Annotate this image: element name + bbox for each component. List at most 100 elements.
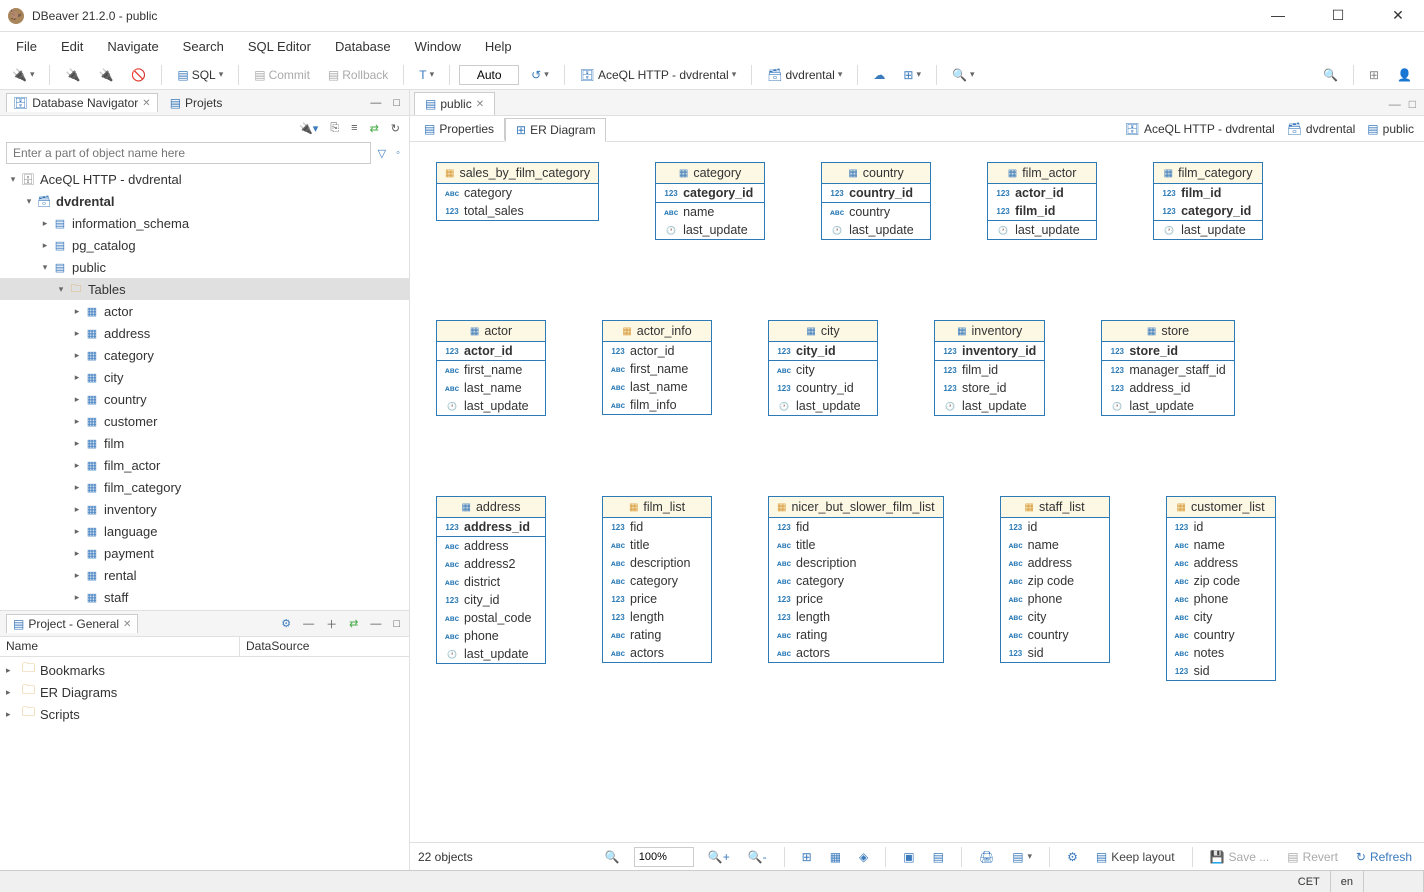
menu-search[interactable]: Search bbox=[173, 35, 234, 58]
column-last_name[interactable]: ᴀʙᴄlast_name bbox=[603, 378, 711, 396]
entity-header[interactable]: ▦store bbox=[1102, 321, 1233, 342]
entity-staff_list[interactable]: ▦staff_list123idᴀʙᴄnameᴀʙᴄaddressᴀʙᴄzip … bbox=[1000, 496, 1110, 663]
connection-selector[interactable]: 🗄AceQL HTTP - dvdrental ▾ bbox=[574, 66, 742, 84]
column-postal_code[interactable]: ᴀʙᴄpostal_code bbox=[437, 609, 545, 627]
entity-header[interactable]: ▦category bbox=[656, 163, 764, 184]
column-first_name[interactable]: ᴀʙᴄfirst_name bbox=[603, 360, 711, 378]
tree-country[interactable]: ▸▦country bbox=[0, 388, 409, 410]
column-last_update[interactable]: 🕐last_update bbox=[437, 397, 545, 415]
entity-film_list[interactable]: ▦film_list123fidᴀʙᴄtitleᴀʙᴄdescriptionᴀʙ… bbox=[602, 496, 712, 663]
column-sid[interactable]: 123sid bbox=[1001, 644, 1109, 662]
tree-staff[interactable]: ▸▦staff bbox=[0, 586, 409, 608]
minus-icon[interactable]: — bbox=[300, 616, 317, 632]
col-name[interactable]: Name bbox=[0, 637, 240, 656]
minimize-button[interactable]: — bbox=[1260, 7, 1296, 24]
entity-header[interactable]: ▦film_list bbox=[603, 497, 711, 518]
menu-sql-editor[interactable]: SQL Editor bbox=[238, 35, 321, 58]
column-fid[interactable]: 123fid bbox=[603, 518, 711, 536]
column-address[interactable]: ᴀʙᴄaddress bbox=[1001, 554, 1109, 572]
column-title[interactable]: ᴀʙᴄtitle bbox=[769, 536, 943, 554]
column-address_id[interactable]: 123address_id bbox=[1102, 379, 1233, 397]
column-category[interactable]: ᴀʙᴄcategory bbox=[603, 572, 711, 590]
tree-aceql-http---dvdrental[interactable]: ▾🗄AceQL HTTP - dvdrental bbox=[0, 168, 409, 190]
plus-icon[interactable]: ＋ bbox=[323, 614, 340, 634]
tool-icon-2[interactable]: 🔌 bbox=[92, 66, 119, 84]
filter-clear-icon[interactable]: ◦ bbox=[393, 145, 403, 161]
column-film_info[interactable]: ᴀʙᴄfilm_info bbox=[603, 396, 711, 414]
tree-information-schema[interactable]: ▸▤information_schema bbox=[0, 212, 409, 234]
column-total_sales[interactable]: 123total_sales bbox=[437, 202, 598, 220]
project-item-scripts[interactable]: ▸🗀Scripts bbox=[0, 703, 409, 725]
column-country_id[interactable]: 123country_id bbox=[769, 379, 877, 397]
column-description[interactable]: ᴀʙᴄdescription bbox=[603, 554, 711, 572]
entity-header[interactable]: ▦actor bbox=[437, 321, 545, 342]
entity-film_category[interactable]: ▦film_category123film_id123category_id🕐l… bbox=[1153, 162, 1263, 240]
rollback-button[interactable]: ▤Rollback bbox=[322, 66, 394, 84]
search-icon[interactable]: 🔍 bbox=[601, 848, 624, 866]
zoom-out-icon[interactable]: 🔍- bbox=[744, 848, 771, 866]
column-last_update[interactable]: 🕐last_update bbox=[769, 397, 877, 415]
column-category_id[interactable]: 123category_id bbox=[1154, 202, 1262, 220]
column-country[interactable]: ᴀʙᴄcountry bbox=[1167, 626, 1275, 644]
column-last_update[interactable]: 🕐last_update bbox=[935, 397, 1044, 415]
entity-header[interactable]: ▦address bbox=[437, 497, 545, 518]
entity-header[interactable]: ▦sales_by_film_category bbox=[437, 163, 598, 184]
column-fid[interactable]: 123fid bbox=[769, 518, 943, 536]
navigator-tree[interactable]: ▾🗄AceQL HTTP - dvdrental▾🗃dvdrental▸▤inf… bbox=[0, 166, 409, 610]
revert-button[interactable]: ▤ Revert bbox=[1283, 848, 1342, 866]
entity-header[interactable]: ▦nicer_but_slower_film_list bbox=[769, 497, 943, 518]
column-store_id[interactable]: 123store_id bbox=[1102, 342, 1233, 360]
column-store_id[interactable]: 123store_id bbox=[935, 379, 1044, 397]
refresh-button[interactable]: ↻ Refresh bbox=[1352, 848, 1416, 866]
column-zip-code[interactable]: ᴀʙᴄzip code bbox=[1167, 572, 1275, 590]
col-datasource[interactable]: DataSource bbox=[240, 637, 315, 656]
maximize-pane-icon[interactable]: □ bbox=[390, 95, 403, 111]
column-notes[interactable]: ᴀʙᴄnotes bbox=[1167, 644, 1275, 662]
tree-language[interactable]: ▸▦language bbox=[0, 520, 409, 542]
entity-actor_info[interactable]: ▦actor_info123actor_idᴀʙᴄfirst_nameᴀʙᴄla… bbox=[602, 320, 712, 415]
column-address_id[interactable]: 123address_id bbox=[437, 518, 545, 536]
link-icon[interactable]: ⇄ bbox=[367, 120, 382, 137]
entity-city[interactable]: ▦city123city_idᴀʙᴄcity123country_id🕐last… bbox=[768, 320, 878, 416]
layout-icon-2[interactable]: ▦ bbox=[826, 848, 845, 866]
schema-button[interactable]: ☁ bbox=[867, 66, 891, 84]
column-zip-code[interactable]: ᴀʙᴄzip code bbox=[1001, 572, 1109, 590]
column-id[interactable]: 123id bbox=[1001, 518, 1109, 536]
column-id[interactable]: 123id bbox=[1167, 518, 1275, 536]
keep-layout-button[interactable]: ▤Keep layout bbox=[1092, 848, 1179, 866]
entity-sales_by_film_category[interactable]: ▦sales_by_film_categoryᴀʙᴄcategory123tot… bbox=[436, 162, 599, 221]
tab-properties[interactable]: ▤Properties bbox=[414, 118, 505, 140]
entity-header[interactable]: ▦inventory bbox=[935, 321, 1044, 342]
export-icon[interactable]: ▤▾ bbox=[1008, 848, 1036, 866]
menu-file[interactable]: File bbox=[6, 35, 47, 58]
filter-icon[interactable]: ▽ bbox=[375, 145, 389, 162]
menu-help[interactable]: Help bbox=[475, 35, 522, 58]
database-selector[interactable]: 🗃dvdrental ▾ bbox=[761, 66, 848, 84]
close-button[interactable]: ✕ bbox=[1380, 7, 1416, 24]
column-price[interactable]: 123price bbox=[769, 590, 943, 608]
layout-icon-3[interactable]: ◈ bbox=[855, 848, 872, 866]
projects-tab[interactable]: ▤Projets bbox=[164, 94, 229, 112]
navigator-tab[interactable]: 🗄Database Navigator ✕ bbox=[6, 93, 158, 112]
entity-country[interactable]: ▦country123country_idᴀʙᴄcountry🕐last_upd… bbox=[821, 162, 931, 240]
column-actor_id[interactable]: 123actor_id bbox=[437, 342, 545, 360]
column-city[interactable]: ᴀʙᴄcity bbox=[1167, 608, 1275, 626]
menu-database[interactable]: Database bbox=[325, 35, 401, 58]
maximize-button[interactable]: ☐ bbox=[1320, 7, 1356, 24]
column-inventory_id[interactable]: 123inventory_id bbox=[935, 342, 1044, 360]
column-price[interactable]: 123price bbox=[603, 590, 711, 608]
search-input[interactable] bbox=[6, 142, 371, 164]
column-last_update[interactable]: 🕐last_update bbox=[656, 221, 764, 239]
tree-rental[interactable]: ▸▦rental bbox=[0, 564, 409, 586]
column-last_update[interactable]: 🕐last_update bbox=[988, 221, 1096, 239]
entity-film_actor[interactable]: ▦film_actor123actor_id123film_id🕐last_up… bbox=[987, 162, 1097, 240]
menu-navigate[interactable]: Navigate bbox=[97, 35, 168, 58]
column-length[interactable]: 123length bbox=[769, 608, 943, 626]
column-phone[interactable]: ᴀʙᴄphone bbox=[1167, 590, 1275, 608]
gear-icon[interactable]: ⚙ bbox=[1063, 848, 1082, 866]
tab-er-diagram[interactable]: ⊞ER Diagram bbox=[505, 118, 606, 142]
er-diagram-canvas[interactable]: ▦sales_by_film_category ᴀʙᴄcategory 123tot… bbox=[410, 142, 1424, 842]
entity-header[interactable]: ▦actor_info bbox=[603, 321, 711, 342]
entity-inventory[interactable]: ▦inventory123inventory_id123film_id123st… bbox=[934, 320, 1045, 416]
crumb-schema[interactable]: ▤public bbox=[1361, 122, 1420, 136]
